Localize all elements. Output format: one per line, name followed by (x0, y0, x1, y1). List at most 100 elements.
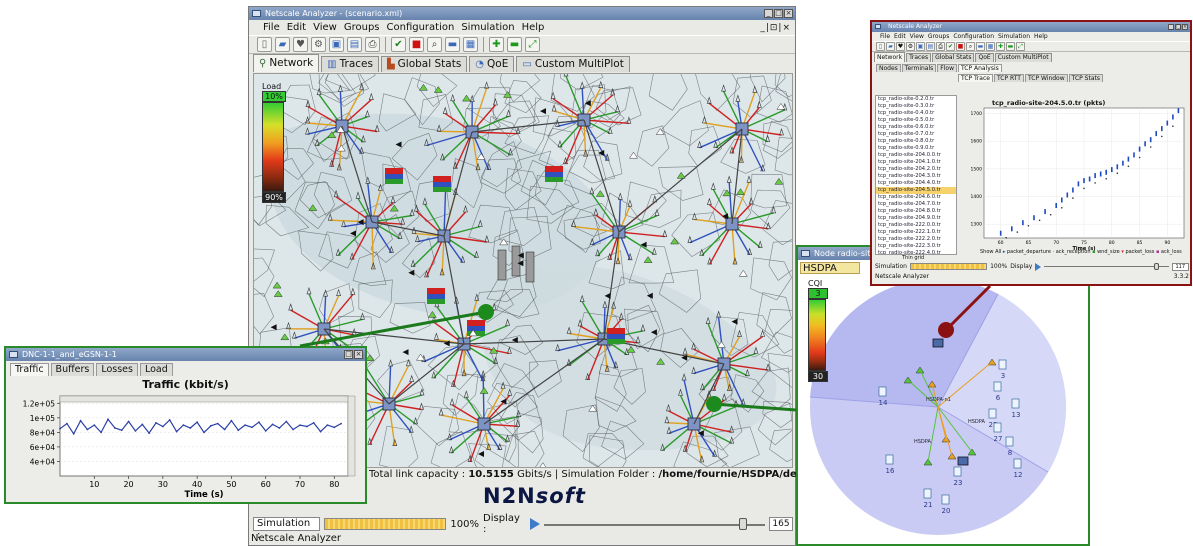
check-icon[interactable]: ✔ (946, 42, 955, 51)
tab-traffic[interactable]: Traffic (10, 363, 49, 376)
minimize-button[interactable]: _ (764, 9, 773, 18)
hsdpa-cell-view[interactable]: 143613252781216212023HSDPA-n1HSDPAHSDPA (798, 247, 1088, 546)
expand-icon[interactable]: ⤢ (525, 37, 540, 52)
check-icon[interactable]: ✔ (391, 37, 406, 52)
tab-global-stats[interactable]: Global Stats (932, 53, 975, 62)
tab-losses[interactable]: Losses (96, 363, 138, 376)
menu-groups[interactable]: Groups (344, 22, 380, 33)
trace-file-item[interactable]: tcp_radio-site-204.2.0.tr (876, 166, 956, 173)
tab-global-stats[interactable]: ▙ Global Stats (380, 56, 468, 72)
zoom-icon[interactable]: ⌕ (427, 37, 442, 52)
display-value-input[interactable]: 117 (1172, 262, 1189, 271)
close-button[interactable]: × (354, 350, 363, 359)
tab-nodes[interactable]: Nodes (876, 64, 901, 72)
open-folder-icon[interactable]: ▰ (275, 37, 290, 52)
close-button[interactable]: × (1182, 24, 1188, 30)
tab-traces[interactable]: ▥ Traces (321, 56, 379, 72)
tab-network[interactable]: Network (874, 52, 906, 62)
tab-terminals[interactable]: Terminals (901, 64, 937, 72)
save-icon[interactable]: ▣ (916, 42, 925, 51)
trace-file-list[interactable]: tcp_radio-site-0.2.0.tr tcp_radio-site-0.… (875, 95, 957, 255)
stop-icon[interactable]: ■ (409, 37, 424, 52)
trace-file-item[interactable]: tcp_radio-site-204.1.0.tr (876, 159, 956, 166)
tab-tcp-window[interactable]: TCP Window (1024, 74, 1068, 82)
tab-buffers[interactable]: Buffers (50, 363, 95, 376)
print-icon[interactable]: ⎙ (936, 42, 945, 51)
save-as-icon[interactable]: ▤ (347, 37, 362, 52)
new-file-icon[interactable]: ▯ (257, 37, 272, 52)
menu-simulation[interactable]: Simulation (998, 33, 1030, 40)
trace-file-item[interactable]: tcp_radio-site-0.7.0.tr (876, 131, 956, 138)
trace-file-item[interactable]: tcp_radio-site-204.0.0.tr (876, 152, 956, 159)
maximize-button[interactable]: □ (774, 9, 783, 18)
trace-file-item[interactable]: tcp_radio-site-204.3.0.tr (876, 173, 956, 180)
trace-file-item[interactable]: tcp_radio-site-0.9.0.tr (876, 145, 956, 152)
menu-simulation[interactable]: Simulation (461, 22, 514, 33)
settings-icon[interactable]: ⚙ (906, 42, 915, 51)
display-slider[interactable] (1044, 263, 1170, 270)
slider-knob[interactable] (1154, 263, 1160, 270)
menu-file[interactable]: File (880, 33, 890, 40)
display-value-input[interactable]: 165 (769, 517, 793, 531)
trace-file-item[interactable]: tcp_radio-site-204.5.0.tr (876, 187, 956, 194)
play-icon[interactable] (1035, 262, 1042, 271)
menu-edit[interactable]: Edit (894, 33, 906, 40)
table-icon[interactable]: ▦ (986, 42, 995, 51)
chat-icon[interactable]: ▬ (976, 42, 985, 51)
tab-tcp-analysis[interactable]: TCP Analysis (957, 64, 1002, 72)
favorite-icon[interactable]: ♥ (896, 42, 905, 51)
expand-icon[interactable]: ⤢ (1016, 42, 1025, 51)
add-icon[interactable]: ✚ (489, 37, 504, 52)
tab-qoe[interactable]: ◔ QoE (469, 56, 515, 72)
maximize-button[interactable]: □ (344, 350, 353, 359)
open-folder-icon[interactable]: ▰ (886, 42, 895, 51)
stop-icon[interactable]: ■ (956, 42, 965, 51)
trace-file-item[interactable]: tcp_radio-site-204.4.0.tr (876, 180, 956, 187)
new-file-icon[interactable]: ▯ (876, 42, 885, 51)
trace-file-item[interactable]: tcp_radio-site-222.1.0.tr (876, 229, 956, 236)
table-icon[interactable]: ▦ (463, 37, 478, 52)
tab-custom-multiplot[interactable]: ▭ Custom MultiPlot (516, 56, 630, 72)
menu-help[interactable]: Help (522, 22, 545, 33)
tab-traces[interactable]: Traces (906, 53, 932, 62)
menu-view[interactable]: View (910, 33, 924, 40)
tab-tcp-trace[interactable]: TCP Trace (958, 74, 993, 82)
tab-load[interactable]: Load (139, 363, 173, 376)
trace-file-item[interactable]: tcp_radio-site-204.7.0.tr (876, 201, 956, 208)
tab-tcp-stats[interactable]: TCP Stats (1068, 74, 1103, 82)
tab-network[interactable]: ⚲ Network (253, 54, 320, 72)
trace-file-item[interactable]: tcp_radio-site-0.3.0.tr (876, 103, 956, 110)
trace-file-item[interactable]: tcp_radio-site-0.8.0.tr (876, 138, 956, 145)
trace-file-item[interactable]: tcp_radio-site-0.5.0.tr (876, 117, 956, 124)
thin-grid-toggle[interactable]: Thin grid (902, 255, 924, 261)
close-button[interactable]: × (784, 9, 793, 18)
display-slider[interactable] (543, 518, 766, 530)
favorite-icon[interactable]: ♥ (293, 37, 308, 52)
play-icon[interactable] (529, 518, 540, 530)
save-icon[interactable]: ▣ (329, 37, 344, 52)
mdi-window-controls[interactable]: _|⊡|× (760, 23, 791, 33)
settings-icon[interactable]: ⚙ (311, 37, 326, 52)
tab-tcp-rtt[interactable]: TCP RTT (993, 74, 1024, 82)
remove-icon[interactable]: ▬ (507, 37, 522, 52)
tab-flow[interactable]: Flow (937, 64, 957, 72)
menu-edit[interactable]: Edit (287, 22, 306, 33)
trace-file-item[interactable]: tcp_radio-site-204.8.0.tr (876, 208, 956, 215)
zoom-icon[interactable]: ⌕ (966, 42, 975, 51)
trace-file-item[interactable]: tcp_radio-site-222.2.0.tr (876, 236, 956, 243)
remove-icon[interactable]: ▬ (1006, 42, 1015, 51)
menu-view[interactable]: View (313, 22, 337, 33)
trace-file-item[interactable]: tcp_radio-site-204.6.0.tr (876, 194, 956, 201)
menu-configuration[interactable]: Configuration (387, 22, 455, 33)
minimize-button[interactable]: _ (1168, 24, 1174, 30)
menu-groups[interactable]: Groups (928, 33, 949, 40)
slider-knob[interactable] (738, 518, 747, 530)
trace-file-item[interactable]: tcp_radio-site-0.4.0.tr (876, 110, 956, 117)
add-icon[interactable]: ✚ (996, 42, 1005, 51)
show-all-button[interactable]: Show All (980, 249, 1001, 255)
trace-file-item[interactable]: tcp_radio-site-0.6.0.tr (876, 124, 956, 131)
print-icon[interactable]: ⎙ (365, 37, 380, 52)
save-as-icon[interactable]: ▤ (926, 42, 935, 51)
trace-file-item[interactable]: tcp_radio-site-222.0.0.tr (876, 222, 956, 229)
chat-icon[interactable]: ▬ (445, 37, 460, 52)
